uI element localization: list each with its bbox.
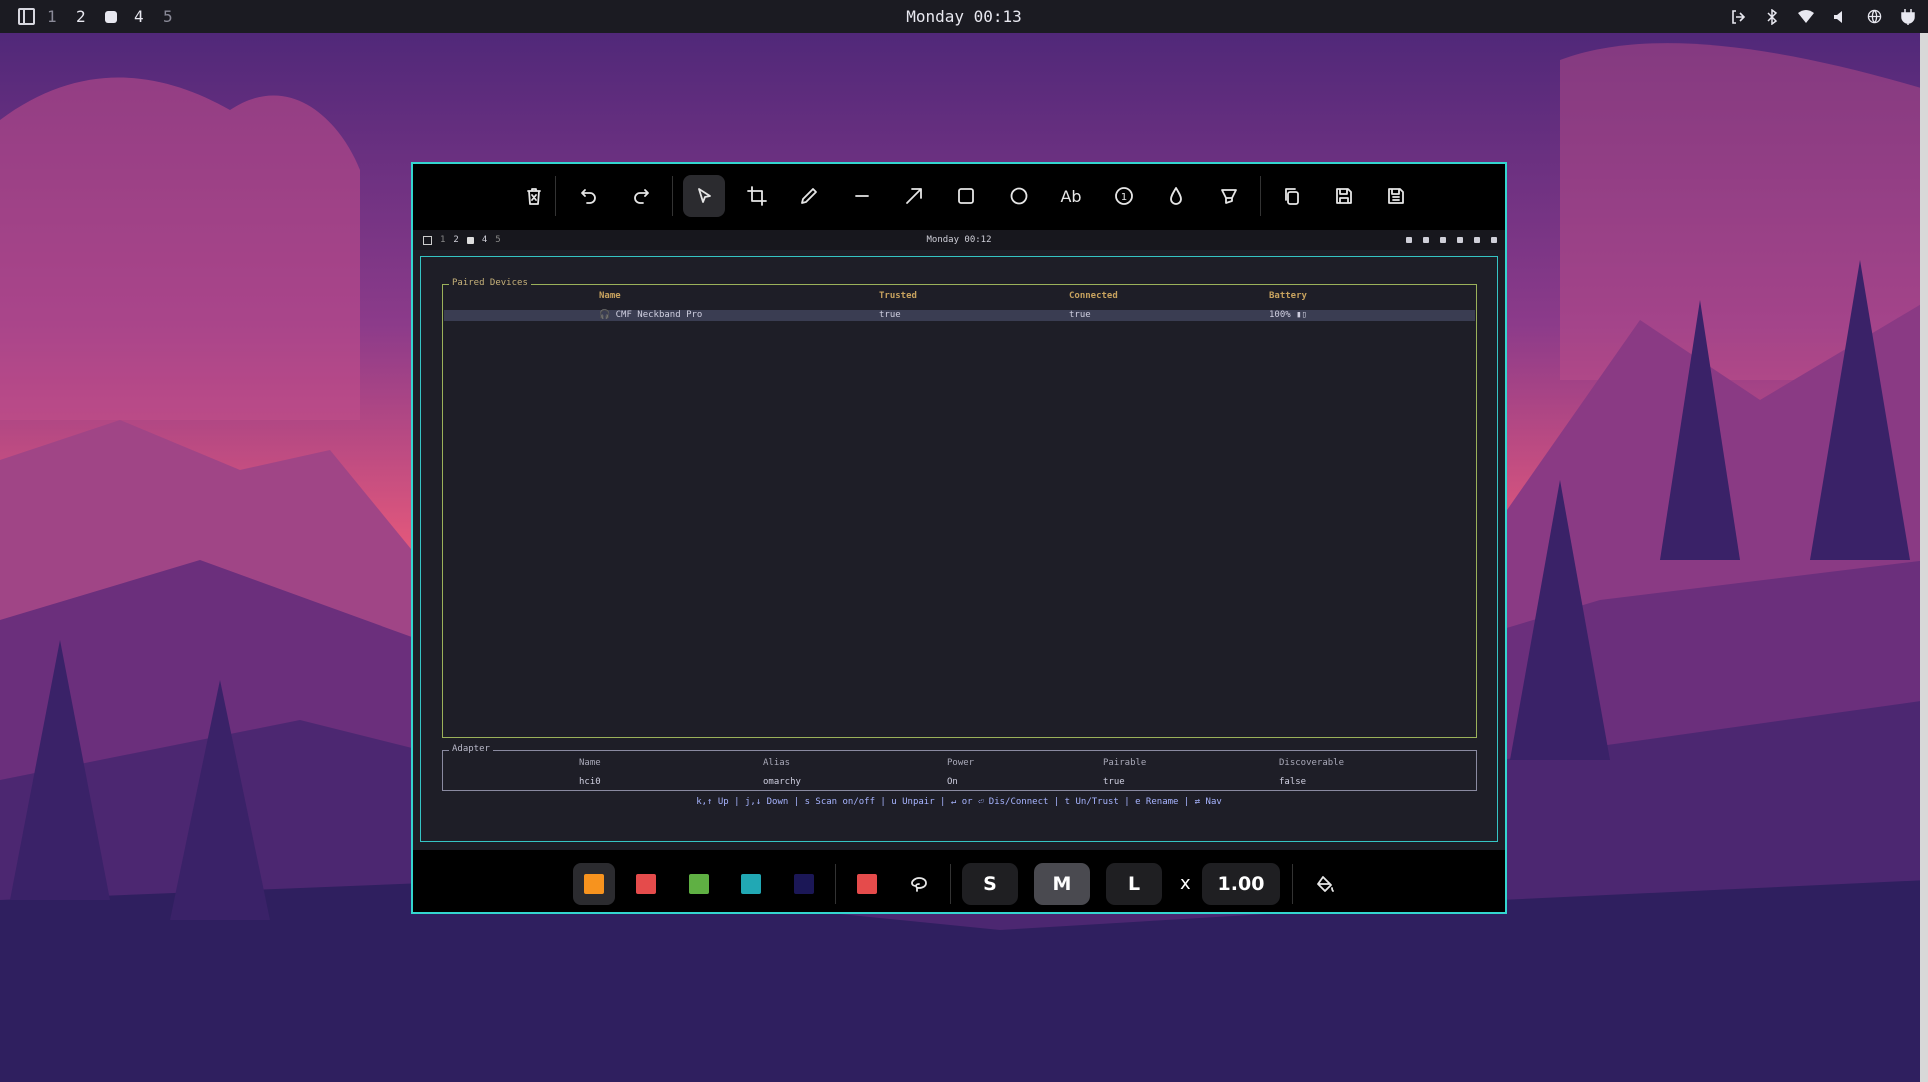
size-small-button[interactable]: S (962, 863, 1018, 905)
crop-icon[interactable] (736, 175, 778, 217)
paired-devices-title: Paired Devices (449, 278, 531, 288)
blur-icon[interactable] (1155, 175, 1197, 217)
swatch-fill (794, 874, 814, 894)
adapter-power-header: Power (947, 758, 975, 768)
top-status-bar: 1 2 4 5 Monday 00:13 (0, 0, 1928, 33)
wifi-icon[interactable] (1798, 9, 1814, 25)
size-large-button[interactable]: L (1106, 863, 1162, 905)
globe-icon[interactable] (1866, 9, 1882, 25)
editor-bottom-bar: S M L x 1.00 (413, 854, 1505, 912)
copy-icon[interactable] (1271, 175, 1313, 217)
current-color-picker[interactable] (846, 863, 888, 905)
adapter-panel: Adapter Name Alias Power Pairable Discov… (442, 744, 1477, 791)
trash-icon[interactable] (513, 175, 555, 217)
ellipse-icon[interactable] (998, 175, 1040, 217)
adapter-discoverable-value: false (1279, 777, 1307, 787)
marker-icon[interactable]: 1 (1103, 175, 1145, 217)
color-swatch-teal[interactable] (730, 863, 772, 905)
clock[interactable]: Monday 00:13 (906, 7, 1022, 26)
adapter-pairable-header: Pairable (1103, 758, 1147, 768)
col-battery-header: Battery (1269, 291, 1307, 301)
volume-icon[interactable] (1832, 9, 1848, 25)
device-trusted: true (879, 310, 901, 320)
lasso-icon[interactable] (898, 863, 940, 905)
pointer-icon[interactable] (683, 175, 725, 217)
mini-tray (1406, 230, 1497, 250)
save-icon[interactable] (1323, 175, 1365, 217)
mini-clock: Monday 00:12 (926, 235, 992, 245)
adapter-name-value: hci0 (579, 777, 601, 787)
color-swatch-red[interactable] (625, 863, 667, 905)
bluetooth-icon[interactable] (1764, 8, 1780, 25)
rectangle-icon[interactable] (945, 175, 987, 217)
adapter-alias-header: Alias (763, 758, 791, 768)
color-swatch-green[interactable] (678, 863, 720, 905)
adapter-pairable-value: true (1103, 777, 1125, 787)
workspace-2[interactable]: 2 (76, 7, 105, 26)
editor-toolbar: Ab 1 (413, 164, 1505, 228)
system-tray (1730, 0, 1916, 33)
swatch-fill (857, 874, 877, 894)
keybinding-help: k,↑ Up | j,↓ Down | s Scan on/off | u Un… (696, 797, 1222, 807)
workspace-4[interactable]: 4 (134, 7, 163, 26)
workspace-1[interactable]: 1 (47, 7, 76, 26)
device-name: 🎧 CMF Neckband Pro (599, 310, 703, 320)
workspace-3-active[interactable] (105, 10, 117, 23)
swatch-fill (636, 874, 656, 894)
pencil-icon[interactable] (788, 175, 830, 217)
col-name-header: Name (599, 291, 621, 301)
fill-bucket-icon[interactable] (1304, 863, 1346, 905)
adapter-title: Adapter (449, 744, 493, 754)
swatch-fill (689, 874, 709, 894)
logout-icon[interactable] (1730, 9, 1746, 25)
text-icon[interactable]: Ab (1050, 175, 1092, 217)
battery-plug-icon[interactable] (1900, 8, 1916, 25)
mini-top-bar: 1 2 4 5 Monday 00:12 (413, 230, 1505, 250)
scale-factor-field[interactable]: 1.00 (1202, 863, 1280, 905)
captured-screenshot[interactable]: 1 2 4 5 Monday 00:12 Paired Devices Name… (413, 230, 1505, 850)
undo-icon[interactable] (568, 175, 610, 217)
adapter-alias-value: omarchy (763, 777, 801, 787)
arrow-icon[interactable] (893, 175, 935, 217)
screenshot-editor-window: Ab 1 1 2 4 5 Monday 00:12 Paired Devices (411, 162, 1507, 914)
col-connected-header: Connected (1069, 291, 1118, 301)
save-as-icon[interactable] (1375, 175, 1417, 217)
device-connected: true (1069, 310, 1091, 320)
multiplier-label: x (1180, 873, 1191, 894)
col-trusted-header: Trusted (879, 291, 917, 301)
color-swatch-navy[interactable] (783, 863, 825, 905)
device-battery: 100% ▮▯ (1269, 310, 1307, 320)
line-icon[interactable] (841, 175, 883, 217)
workspace-switcher: 1 2 4 5 (18, 0, 192, 33)
workspace-5[interactable]: 5 (163, 7, 192, 26)
redo-icon[interactable] (620, 175, 662, 217)
color-swatch-orange[interactable] (573, 863, 615, 905)
swatch-fill (584, 874, 604, 894)
size-medium-button[interactable]: M (1034, 863, 1090, 905)
paired-devices-panel: Paired Devices Name Trusted Connected Ba… (442, 278, 1477, 738)
adapter-power-value: On (947, 777, 958, 787)
adapter-discoverable-header: Discoverable (1279, 758, 1345, 768)
swatch-fill (741, 874, 761, 894)
bluetooth-tui-window: Paired Devices Name Trusted Connected Ba… (420, 256, 1498, 842)
layout-icon[interactable] (18, 8, 35, 25)
table-row[interactable]: 🎧 CMF Neckband Pro true true 100% ▮▯ (444, 310, 1475, 321)
adapter-name-header: Name (579, 758, 601, 768)
svg-text:1: 1 (1121, 192, 1127, 203)
highlighter-icon[interactable] (1208, 175, 1250, 217)
